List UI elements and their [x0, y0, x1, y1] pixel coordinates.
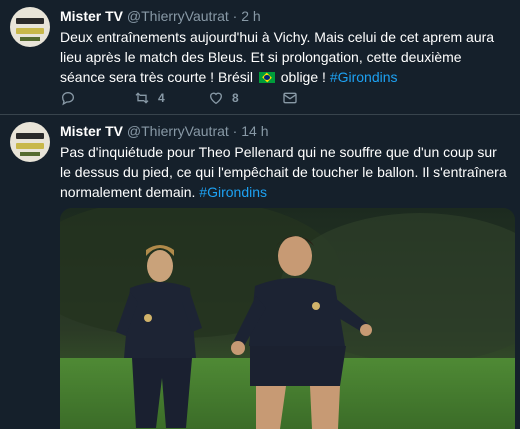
envelope-icon	[283, 92, 297, 104]
tweet-time[interactable]: 2 h	[241, 8, 260, 24]
separator-dot: ·	[232, 123, 238, 139]
author-name[interactable]: Mister TV	[60, 123, 123, 139]
tweet-header: Mister TV @ThierryVautrat · 2 h	[60, 7, 510, 25]
direct-message-button[interactable]	[282, 90, 356, 106]
like-count: 8	[232, 91, 239, 105]
retweet-icon	[135, 92, 149, 104]
reply-button[interactable]	[60, 90, 134, 106]
tweet-actions: 4 8	[60, 88, 356, 108]
training-photo	[60, 208, 515, 429]
tweet-header: Mister TV @ThierryVautrat · 14 h	[60, 122, 510, 140]
retweet-count: 4	[158, 91, 165, 105]
tweet-text-part: Pas d'inquiétude pour Theo Pellenard qui…	[60, 144, 507, 200]
hashtag-link[interactable]: #Girondins	[330, 69, 398, 85]
avatar[interactable]	[10, 122, 50, 162]
retweet-button[interactable]: 4	[134, 90, 208, 106]
reply-icon	[61, 91, 75, 106]
brazil-flag-icon	[258, 72, 275, 83]
tweet-photo[interactable]	[60, 208, 515, 429]
tweet-text-part: oblige !	[276, 69, 330, 85]
author-handle[interactable]: @ThierryVautrat	[127, 8, 229, 24]
tweet[interactable]: Mister TV @ThierryVautrat · 14 h Pas d'i…	[0, 115, 520, 429]
heart-icon	[209, 92, 223, 105]
tweet-text: Pas d'inquiétude pour Theo Pellenard qui…	[60, 142, 510, 202]
like-button[interactable]: 8	[208, 90, 282, 106]
tweet[interactable]: Mister TV @ThierryVautrat · 2 h Deux ent…	[0, 0, 520, 115]
separator-dot: ·	[232, 8, 238, 24]
author-name[interactable]: Mister TV	[60, 8, 123, 24]
avatar[interactable]	[10, 7, 50, 47]
author-handle[interactable]: @ThierryVautrat	[127, 123, 229, 139]
tweet-time[interactable]: 14 h	[241, 123, 268, 139]
tweet-text: Deux entraînements aujourd'hui à Vichy. …	[60, 27, 510, 87]
hashtag-link[interactable]: #Girondins	[199, 184, 267, 200]
